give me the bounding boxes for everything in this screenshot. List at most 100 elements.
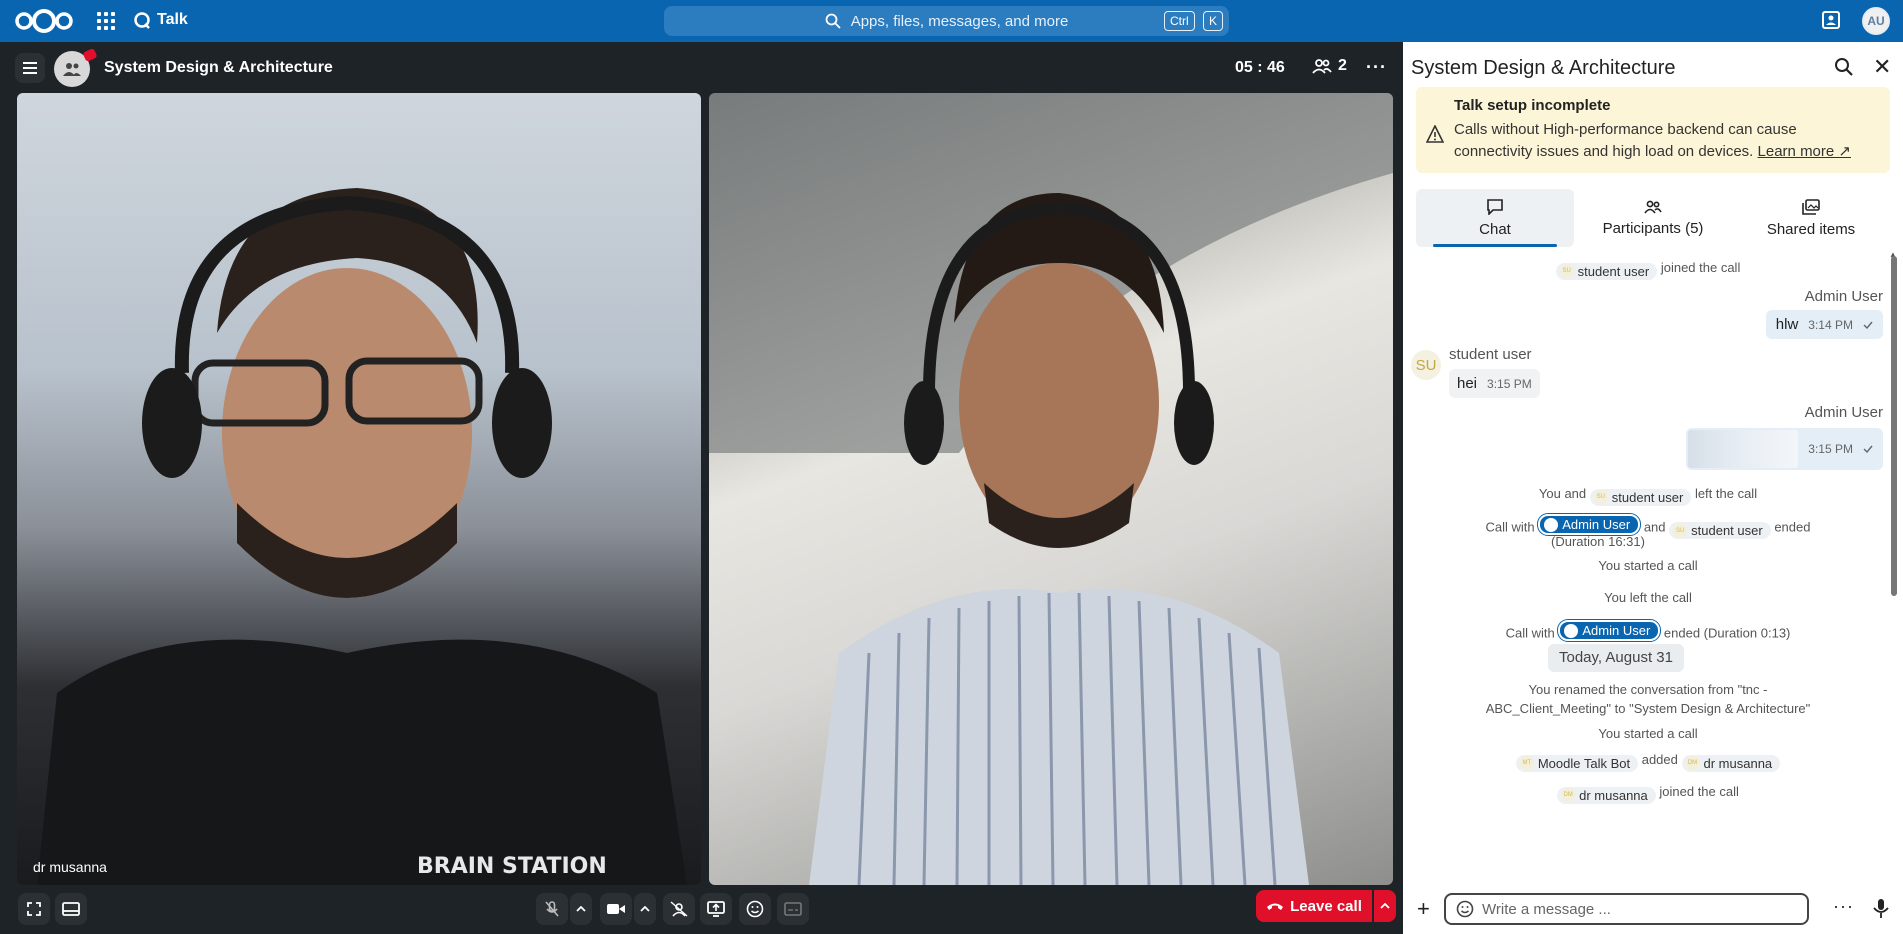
grid-view-button[interactable] xyxy=(55,893,87,925)
chat-messages[interactable]: SU student user joined the call Admin Use… xyxy=(1403,252,1903,892)
message-input[interactable]: Write a message ... xyxy=(1444,893,1809,925)
message-sender: Admin User xyxy=(1804,288,1883,305)
search-icon[interactable] xyxy=(1833,56,1855,78)
emoji-icon xyxy=(746,900,764,918)
emoji-icon[interactable] xyxy=(1456,900,1474,918)
blur-icon xyxy=(670,901,688,917)
contacts-icon[interactable] xyxy=(1820,9,1842,31)
system-message: You renamed the conversation from "tnc - xyxy=(1528,682,1768,697)
audio-options-button[interactable] xyxy=(570,893,592,925)
learn-more-link[interactable]: Learn more ↗ xyxy=(1758,143,1851,160)
message-time: 3:14 PM xyxy=(1808,317,1853,332)
participants-icon xyxy=(1312,59,1332,74)
user-avatar[interactable]: AU xyxy=(1862,7,1890,35)
user-chip-label: Admin User xyxy=(1582,623,1651,638)
call-header: System Design & Architecture 05 : 46 2 ·… xyxy=(0,42,1403,92)
user-chip[interactable]: SU student user xyxy=(1555,262,1658,280)
warning-title: Talk setup incomplete xyxy=(1454,97,1611,114)
system-message: SU student user joined the call xyxy=(1403,260,1893,280)
user-chip-label: Admin User xyxy=(1562,517,1631,532)
tab-participants[interactable]: Participants (5) xyxy=(1574,189,1732,247)
message-sender: student user xyxy=(1449,346,1532,363)
system-text: joined the call xyxy=(1660,260,1741,275)
participant-video-2 xyxy=(709,93,1393,885)
nextcloud-logo[interactable] xyxy=(14,8,74,34)
user-chip[interactable]: DM dr musanna xyxy=(1681,754,1781,772)
mute-button[interactable] xyxy=(536,893,568,925)
avatar: SU xyxy=(1593,490,1608,504)
more-options-icon[interactable]: ··· xyxy=(1833,896,1854,917)
video-options-button[interactable] xyxy=(634,893,656,925)
participants-button[interactable]: 2 xyxy=(1312,57,1347,75)
date-divider: Today, August 31 xyxy=(1548,644,1684,672)
attach-button[interactable]: + xyxy=(1417,896,1430,922)
hang-up-icon xyxy=(1267,903,1284,910)
call-view: System Design & Architecture 05 : 46 2 ·… xyxy=(0,42,1403,934)
avatar[interactable]: SU xyxy=(1411,350,1441,380)
avatar xyxy=(1564,623,1579,638)
setup-warning-banner: Talk setup incomplete Calls without High… xyxy=(1416,87,1890,173)
user-chip[interactable]: MT Moodle Talk Bot xyxy=(1515,754,1639,772)
top-bar: Talk Apps, files, messages, and more Ctr… xyxy=(0,0,1903,42)
talk-app-link[interactable]: Talk xyxy=(133,11,188,29)
shared-items-icon xyxy=(1802,198,1820,215)
conversation-sidebar: System Design & Architecture ✕ Talk setu… xyxy=(1403,42,1903,934)
system-text: You and xyxy=(1538,486,1587,501)
system-text: added xyxy=(1641,752,1678,767)
message-bubble[interactable]: hei 3:15 PM xyxy=(1449,369,1540,398)
leave-call-button[interactable]: Leave call xyxy=(1256,890,1372,922)
close-icon[interactable]: ✕ xyxy=(1873,54,1891,80)
user-chip-label: student user xyxy=(1611,489,1684,505)
chat-scrollbar[interactable] xyxy=(1891,256,1897,596)
unified-search-input[interactable]: Apps, files, messages, and more Ctrl K xyxy=(664,6,1229,36)
search-icon xyxy=(825,13,841,29)
system-message: Call with Admin User ended (Duration 0:1… xyxy=(1403,620,1893,641)
chevron-up-icon xyxy=(576,906,586,912)
fullscreen-button[interactable] xyxy=(18,893,50,925)
microphone-icon[interactable] xyxy=(1871,898,1891,920)
user-chip[interactable]: Admin User xyxy=(1538,514,1641,535)
system-text: left the call xyxy=(1694,486,1758,501)
talk-icon xyxy=(134,12,150,29)
avatar: DM xyxy=(1561,788,1576,802)
message-time: 3:15 PM xyxy=(1487,376,1532,391)
image-message[interactable]: 3:15 PM xyxy=(1686,428,1883,470)
chevron-up-icon xyxy=(1380,903,1390,909)
chevron-up-icon xyxy=(640,906,650,912)
more-options-icon[interactable]: ··· xyxy=(1366,57,1387,78)
user-chip[interactable]: Admin User xyxy=(1558,620,1661,641)
participants-count-label: 2 xyxy=(1338,57,1347,74)
video-tile-dr-musanna[interactable]: BRAIN STATION dr musanna xyxy=(17,93,701,885)
kbd-ctrl: Ctrl xyxy=(1164,11,1195,31)
user-chip-label: student user xyxy=(1577,263,1650,279)
image-preview[interactable] xyxy=(1688,430,1799,468)
check-icon xyxy=(1863,445,1873,453)
user-chip[interactable]: DM dr musanna xyxy=(1557,786,1656,804)
grid-view-icon xyxy=(62,902,80,916)
system-text: and xyxy=(1643,519,1666,535)
warning-icon xyxy=(1426,125,1444,143)
screen-share-button[interactable] xyxy=(700,893,732,925)
tab-shared-items[interactable]: Shared items xyxy=(1732,189,1890,247)
user-chip[interactable]: SU student user xyxy=(1589,488,1692,506)
sidebar-title: System Design & Architecture xyxy=(1411,57,1676,79)
subtitles-button[interactable] xyxy=(777,893,809,925)
video-tile-participant-2[interactable] xyxy=(709,93,1393,885)
apps-grid-icon[interactable] xyxy=(97,12,115,30)
leave-options-button[interactable] xyxy=(1374,890,1396,922)
camera-button[interactable] xyxy=(600,893,632,925)
message-bubble[interactable]: hlw 3:14 PM xyxy=(1765,310,1883,339)
system-message: You started a call xyxy=(1598,558,1698,573)
message-sender: Admin User xyxy=(1804,404,1883,421)
tab-chat-label: Chat xyxy=(1479,220,1511,238)
background-blur-button[interactable] xyxy=(663,893,695,925)
svg-text:BRAIN STATION: BRAIN STATION xyxy=(417,854,607,879)
message-placeholder: Write a message ... xyxy=(1482,900,1611,918)
mic-off-icon xyxy=(545,901,559,917)
user-chip-label: dr musanna xyxy=(1703,755,1773,771)
warning-body: Calls without High-performance backend c… xyxy=(1454,119,1874,163)
menu-button[interactable] xyxy=(15,53,45,83)
reaction-button[interactable] xyxy=(739,893,771,925)
tab-chat[interactable]: Chat xyxy=(1416,189,1574,247)
system-message: ABC_Client_Meeting" to "System Design & … xyxy=(1485,701,1811,716)
